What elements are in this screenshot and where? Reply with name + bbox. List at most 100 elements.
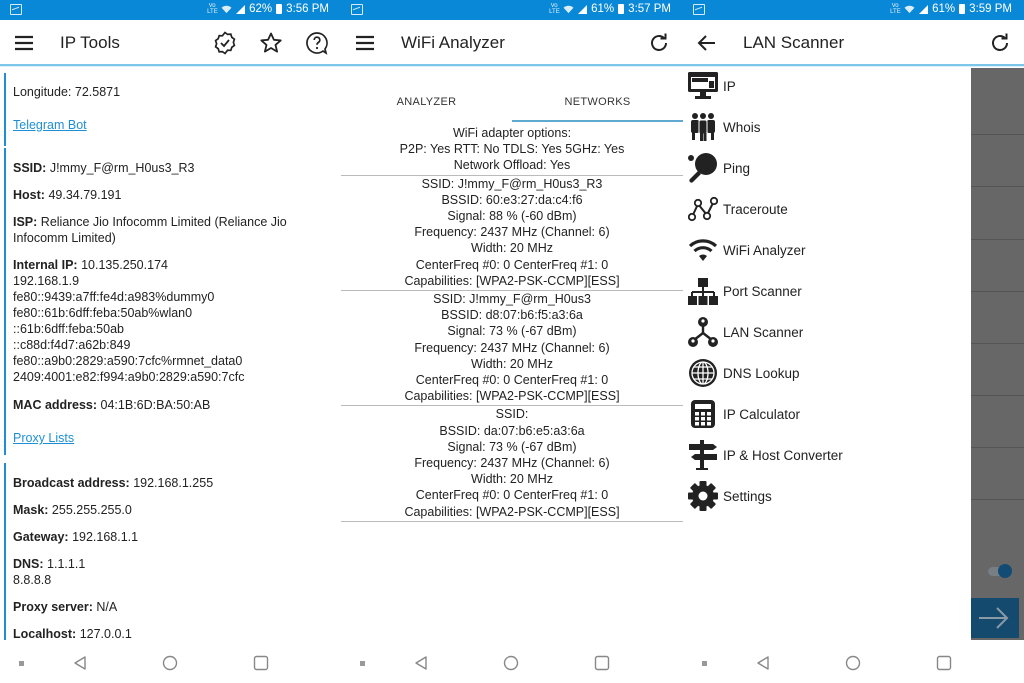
divider bbox=[971, 239, 1024, 240]
network-tree-icon bbox=[688, 278, 718, 305]
drawer-item-ping[interactable]: Ping bbox=[686, 151, 750, 185]
battery-icon bbox=[276, 4, 283, 14]
menu-icon[interactable] bbox=[353, 31, 377, 55]
ping-pong-icon bbox=[688, 153, 717, 183]
network-item[interactable]: SSID: J!mmy_F@rm_H0us3 BSSID: d8:07:b6:f… bbox=[341, 291, 683, 407]
divider bbox=[971, 291, 1024, 292]
volte-icon: Vo LTE bbox=[549, 3, 560, 15]
wifi-status-icon bbox=[563, 5, 574, 13]
drawer-item-traceroute[interactable]: Traceroute bbox=[686, 192, 788, 226]
divider bbox=[971, 343, 1024, 344]
home-icon[interactable] bbox=[162, 655, 178, 671]
longitude-row: Longitude: 72.5871 bbox=[13, 85, 121, 99]
help-icon[interactable] bbox=[305, 31, 329, 55]
adapter-options: WiFi adapter options: P2P: Yes RTT: No T… bbox=[341, 125, 683, 176]
signal-icon bbox=[578, 4, 588, 14]
signal-icon bbox=[919, 4, 929, 14]
divider bbox=[971, 186, 1024, 187]
back-icon[interactable] bbox=[72, 655, 88, 671]
page-title: WiFi Analyzer bbox=[401, 33, 505, 52]
clock: 3:59 PM bbox=[969, 3, 1012, 15]
home-icon[interactable] bbox=[503, 655, 519, 671]
overview-icon[interactable] bbox=[253, 655, 269, 671]
toggle-thumb bbox=[998, 564, 1012, 578]
recent-dot-icon bbox=[360, 661, 365, 666]
drawer-item-port-scanner[interactable]: Port Scanner bbox=[686, 274, 802, 308]
network-item[interactable]: SSID: J!mmy_F@rm_H0us3_R3 BSSID: 60:e3:2… bbox=[341, 176, 683, 292]
volte-icon: Vo LTE bbox=[890, 3, 901, 15]
network-item[interactable]: SSID: BSSID: da:07:b6:e5:a3:6a Signal: 7… bbox=[341, 406, 683, 522]
drawer-item-ip-calculator[interactable]: IP Calculator bbox=[686, 397, 800, 431]
tab-analyzer[interactable]: ANALYZER bbox=[341, 96, 512, 108]
lan-scanner-screen: Vo LTE 61% 3:59 PM LAN Scanner IP Whois … bbox=[683, 0, 1024, 683]
refresh-icon[interactable] bbox=[988, 31, 1012, 55]
clock: 3:56 PM bbox=[286, 3, 329, 15]
overview-icon[interactable] bbox=[936, 655, 952, 671]
ip-tools-screen: Vo LTE 62% 3:56 PM IP Tools Longitude: 72… bbox=[0, 0, 341, 683]
back-icon[interactable] bbox=[755, 655, 771, 671]
verified-badge-icon[interactable] bbox=[213, 31, 237, 55]
navigation-drawer: IP Whois Ping Traceroute WiFi Analyzer P… bbox=[683, 68, 971, 640]
recent-dot-icon bbox=[702, 661, 707, 666]
gear-icon bbox=[688, 481, 718, 511]
drawer-item-ip[interactable]: IP bbox=[686, 69, 736, 103]
dns-row: DNS: 1.1.1.1 8.8.8.8 bbox=[13, 557, 86, 587]
notification-image-icon bbox=[10, 4, 22, 15]
wifi-status-icon bbox=[221, 5, 232, 13]
gateway-row: Gateway: 192.168.1.1 bbox=[13, 530, 139, 544]
page-title: IP Tools bbox=[60, 33, 120, 52]
battery-percent: 61% bbox=[932, 3, 956, 15]
page-title: LAN Scanner bbox=[743, 33, 845, 52]
drawer-item-whois[interactable]: Whois bbox=[686, 110, 761, 144]
drawer-item-lan-scanner[interactable]: LAN Scanner bbox=[686, 315, 803, 349]
overview-icon[interactable] bbox=[594, 655, 610, 671]
mac-address-row: MAC address: 04:1B:6D:BA:50:AB bbox=[13, 398, 211, 412]
wifi-analyzer-screen: Vo LTE 61% 3:57 PM WiFi Analyzer ANALYZER… bbox=[341, 0, 683, 683]
drawer-item-wifi-analyzer[interactable]: WiFi Analyzer bbox=[686, 233, 806, 267]
proxy-lists-link[interactable]: Proxy Lists bbox=[13, 431, 74, 445]
system-nav-bar bbox=[341, 643, 683, 683]
back-arrow-icon[interactable] bbox=[695, 31, 719, 55]
battery-percent: 62% bbox=[249, 3, 273, 15]
network-card: SSID: J!mmy_F@rm_H0us3_R3 Host: 49.34.79… bbox=[4, 148, 341, 455]
notification-image-icon bbox=[693, 4, 705, 15]
go-button[interactable] bbox=[971, 598, 1019, 638]
divider bbox=[971, 395, 1024, 396]
clock: 3:57 PM bbox=[628, 3, 671, 15]
divider bbox=[971, 447, 1024, 448]
drawer-item-settings[interactable]: Settings bbox=[686, 479, 772, 513]
drawer-scrim[interactable] bbox=[971, 68, 1024, 640]
tab-networks[interactable]: NETWORKS bbox=[512, 96, 683, 108]
info-list: Longitude: 72.5871 Telegram Bot SSID: J!… bbox=[0, 68, 341, 640]
internal-ip-row: Internal IP: 10.135.250.174 192.168.1.9 … bbox=[13, 258, 245, 384]
isp-row: ISP: Reliance Jio Infocomm Limited (Reli… bbox=[13, 215, 287, 245]
battery-icon bbox=[618, 4, 625, 14]
arrow-right-icon bbox=[979, 607, 1009, 629]
back-icon[interactable] bbox=[413, 655, 429, 671]
toggle-switch[interactable] bbox=[986, 564, 1014, 578]
drawer-item-ip-host-converter[interactable]: IP & Host Converter bbox=[686, 438, 843, 472]
volte-icon: Vo LTE bbox=[207, 3, 218, 15]
app-bar: IP Tools bbox=[0, 20, 341, 66]
status-bar: Vo LTE 62% 3:56 PM bbox=[0, 0, 341, 20]
notification-image-icon bbox=[351, 4, 363, 15]
status-bar: Vo LTE 61% 3:57 PM bbox=[341, 0, 683, 20]
broadcast-row: Broadcast address: 192.168.1.255 bbox=[13, 476, 214, 490]
app-bar: WiFi Analyzer bbox=[341, 20, 683, 66]
ssid-row: SSID: J!mmy_F@rm_H0us3_R3 bbox=[13, 161, 195, 175]
menu-icon[interactable] bbox=[12, 31, 36, 55]
refresh-icon[interactable] bbox=[647, 31, 671, 55]
star-icon[interactable] bbox=[259, 31, 283, 55]
recent-dot-icon bbox=[19, 661, 24, 666]
divider bbox=[971, 134, 1024, 135]
battery-icon bbox=[959, 4, 966, 14]
people-icon bbox=[691, 113, 715, 141]
signpost-icon bbox=[689, 440, 717, 470]
home-icon[interactable] bbox=[845, 655, 861, 671]
traceroute-icon bbox=[688, 196, 718, 222]
wifi-icon bbox=[688, 239, 718, 261]
lan-users-icon bbox=[688, 317, 718, 347]
telegram-bot-link[interactable]: Telegram Bot bbox=[13, 118, 87, 132]
battery-percent: 61% bbox=[591, 3, 615, 15]
drawer-item-dns-lookup[interactable]: DNS Lookup bbox=[686, 356, 800, 390]
